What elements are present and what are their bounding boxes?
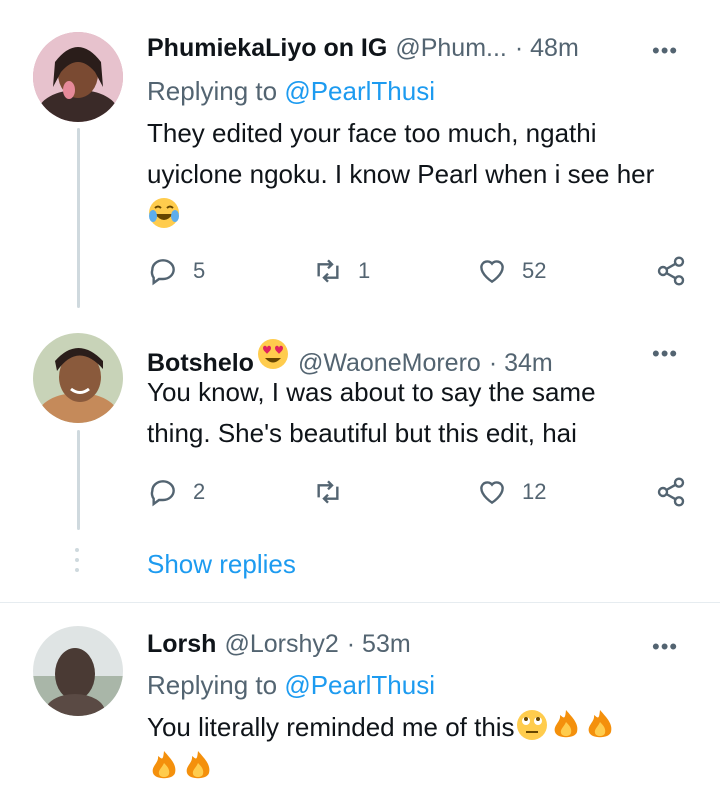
tweet-text-content: You literally reminded me of this [147, 712, 515, 742]
replying-to-link[interactable]: @PearlThusi [284, 76, 435, 106]
share-button[interactable] [655, 255, 687, 287]
emoji-line [147, 195, 707, 236]
handle[interactable]: @Lorshy2 [224, 630, 338, 659]
thread-line [77, 128, 80, 308]
show-replies-link[interactable]: Show replies [147, 549, 296, 580]
display-name[interactable]: Lorsh [147, 630, 216, 659]
reply-button[interactable]: 5 [147, 255, 205, 287]
reply-count: 5 [193, 258, 206, 283]
replying-prefix: Replying to [147, 76, 278, 106]
tweet-text: They edited your face too much, ngathi u… [147, 113, 707, 236]
fire-emoji [554, 710, 577, 738]
avatar-lorsh[interactable] [33, 626, 123, 716]
share-button[interactable] [655, 476, 687, 508]
fire-emoji [588, 710, 611, 738]
like-button[interactable]: 52 [476, 255, 546, 287]
handle[interactable]: @Phum... [395, 34, 507, 63]
tweet-text-line: They edited your face too much, ngathi [147, 118, 597, 148]
timestamp[interactable]: · 53m [347, 630, 411, 659]
more-options-icon[interactable]: ••• [652, 341, 678, 367]
emoji-line [147, 748, 717, 789]
timestamp[interactable]: · 48m [515, 34, 579, 63]
divider [0, 602, 720, 603]
heart-eyes-emoji [257, 339, 288, 369]
like-count: 12 [522, 479, 547, 504]
tweet-text: You know, I was about to say the same th… [147, 372, 707, 454]
share-icon [657, 256, 685, 286]
fire-emoji [152, 751, 176, 779]
retweet-icon [317, 480, 339, 504]
replying-to: Replying to @PearlThusi [147, 76, 435, 107]
tweet-text-line: uyiclone ngoku. I know Pearl when i see … [147, 159, 655, 189]
tweet-text-line: You literally reminded me of this [147, 707, 717, 748]
retweet-icon [317, 259, 339, 283]
reply-count: 2 [193, 479, 206, 504]
retweet-button[interactable]: 1 [312, 255, 370, 287]
display-name[interactable]: PhumiekaLiyo on IG [147, 34, 387, 63]
reply-icon [150, 259, 175, 286]
tweet-header: PhumiekaLiyo on IG @Phum... · 48m [147, 34, 579, 63]
tweet-header: Lorsh @Lorshy2 · 53m [147, 630, 411, 659]
avatar-image [33, 32, 123, 122]
heart-icon [480, 481, 504, 505]
reply-button[interactable]: 2 [147, 476, 205, 508]
reply-icon [150, 480, 175, 507]
share-icon [657, 477, 685, 507]
thread-dots [75, 548, 79, 572]
avatar-phumiekaliyo[interactable] [33, 32, 123, 122]
fire-emoji [186, 751, 210, 779]
replying-to: Replying to @PearlThusi [147, 670, 435, 701]
retweet-count: 1 [358, 258, 371, 283]
replying-prefix: Replying to [147, 670, 278, 700]
retweet-button[interactable] [312, 476, 358, 508]
avatar-botshelo[interactable] [33, 333, 123, 423]
thread-line [77, 430, 80, 530]
rolling-eyes-emoji [516, 710, 547, 740]
avatar-image [33, 333, 123, 423]
more-options-icon[interactable]: ••• [652, 38, 678, 64]
replying-to-link[interactable]: @PearlThusi [284, 670, 435, 700]
tweet-text-line: thing. She's beautiful but this edit, ha… [147, 418, 577, 448]
tweet-text: You literally reminded me of this [147, 707, 717, 789]
joy-emoji [149, 198, 179, 228]
like-count: 52 [522, 258, 547, 283]
heart-icon [480, 260, 504, 284]
like-button[interactable]: 12 [476, 476, 546, 508]
avatar-image [33, 626, 123, 716]
more-options-icon[interactable]: ••• [652, 634, 678, 660]
tweet-text-line: You know, I was about to say the same [147, 377, 596, 407]
